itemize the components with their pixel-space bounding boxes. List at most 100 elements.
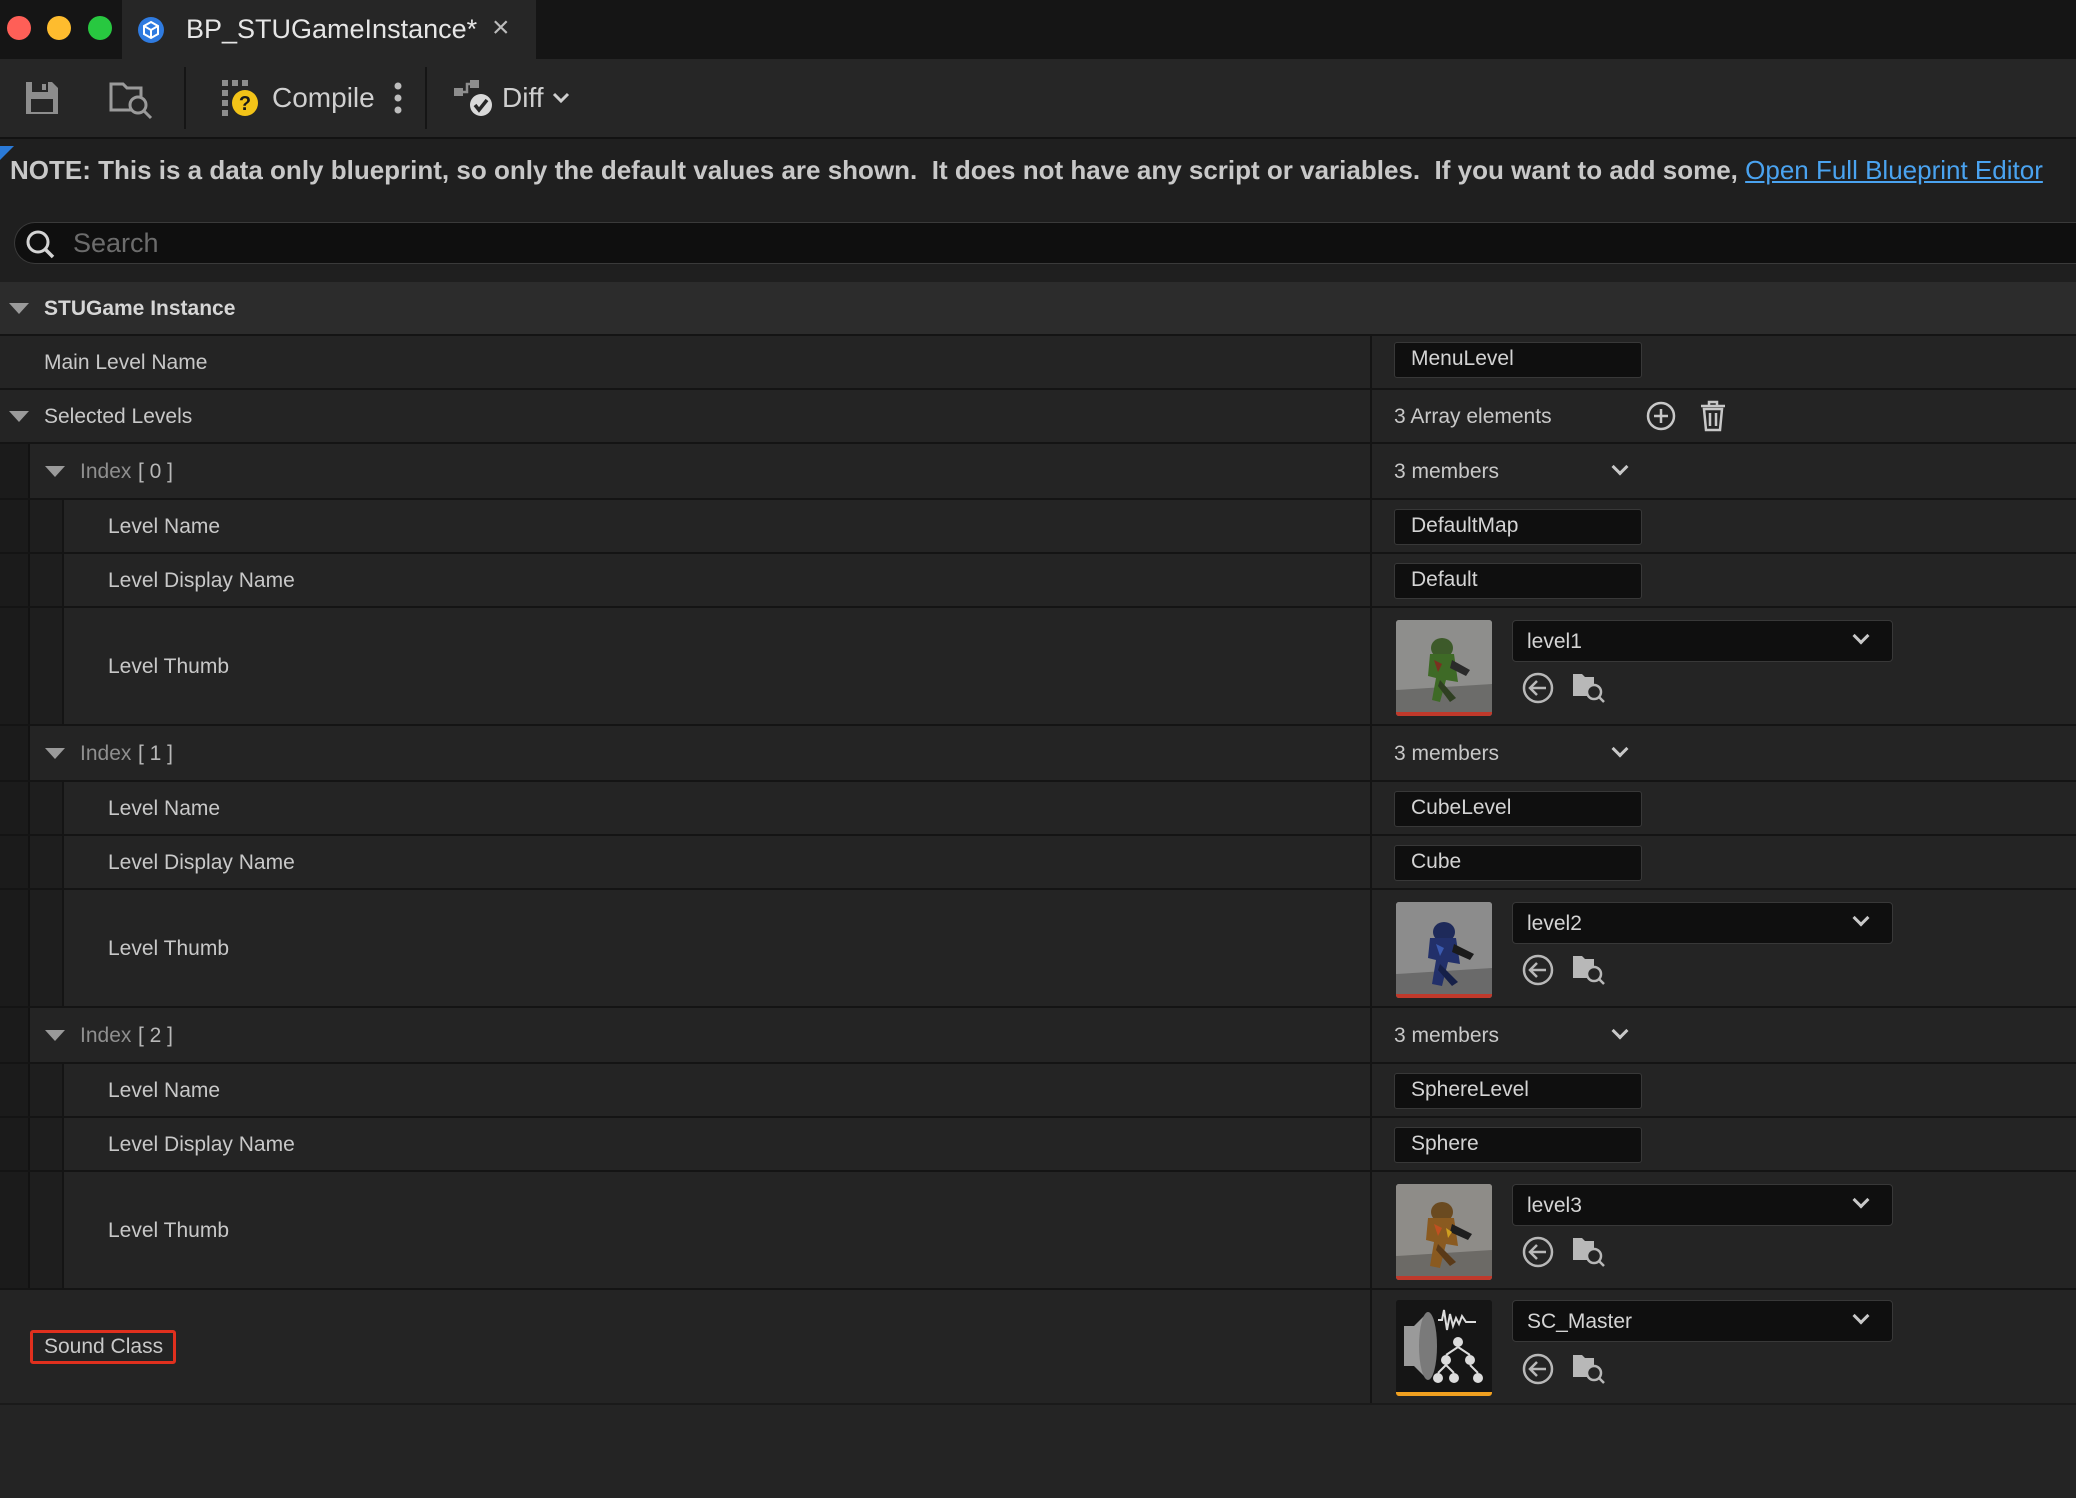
property-row-level-thumb: Level Thumb level1 (0, 608, 2076, 726)
asset-picker-combo[interactable]: level2 (1512, 902, 1893, 944)
asset-name: level2 (1527, 912, 1582, 935)
open-full-editor-link[interactable]: Open Full Blueprint Editor (1745, 155, 2043, 185)
array-index-row[interactable]: Index [ 2 ] 3 members (0, 1008, 2076, 1064)
sound-class-thumbnail[interactable] (1396, 1300, 1492, 1396)
property-row-level-thumb: Level Thumb level3 (0, 1172, 2076, 1290)
property-row-main-level-name: Main Level Name MenuLevel (0, 336, 2076, 390)
browse-asset-icon[interactable] (1570, 950, 1606, 986)
use-selected-icon[interactable] (1520, 1351, 1556, 1387)
diff-button[interactable]: Diff (452, 73, 572, 123)
sound-class-color-bar (1396, 1392, 1492, 1396)
add-element-icon[interactable] (1644, 399, 1678, 433)
property-row-selected-levels[interactable]: Selected Levels 3 Array elements (0, 390, 2076, 444)
collapse-triangle-icon[interactable] (45, 1030, 65, 1041)
asset-name: SC_Master (1527, 1310, 1633, 1333)
members-count: 3 members (1394, 742, 1500, 765)
texture-thumbnail[interactable] (1396, 620, 1492, 716)
asset-picker-combo[interactable]: SC_Master (1512, 1300, 1893, 1342)
property-label: Level Thumb (108, 655, 230, 678)
property-row-level-display-name: Level Display Name Sphere (0, 1118, 2076, 1172)
property-row-level-display-name: Level Display Name Default (0, 554, 2076, 608)
level-name-field[interactable]: CubeLevel (1394, 791, 1642, 827)
property-label: Level Display Name (108, 851, 295, 874)
property-label: Level Thumb (108, 1219, 230, 1242)
level-display-name-field[interactable]: Cube (1394, 845, 1642, 881)
sound-class-icon (1396, 1300, 1492, 1396)
array-index-row[interactable]: Index [ 0 ] 3 members (0, 444, 2076, 500)
collapse-triangle-icon[interactable] (9, 411, 29, 422)
chevron-down-icon (1852, 1307, 1870, 1325)
maximize-window-button[interactable] (88, 16, 112, 40)
texture-thumbnail[interactable] (1396, 1184, 1492, 1280)
chevron-down-icon (1852, 1191, 1870, 1209)
texture-color-bar (1396, 712, 1492, 716)
array-index-row[interactable]: Index [ 1 ] 3 members (0, 726, 2076, 782)
level-name-field[interactable]: DefaultMap (1394, 509, 1642, 545)
index-label: Index (80, 1024, 132, 1047)
use-selected-icon[interactable] (1520, 952, 1556, 988)
property-label: Level Name (108, 515, 221, 538)
collapse-triangle-icon[interactable] (45, 466, 65, 477)
level2-thumbnail-image (1396, 902, 1492, 998)
category-title: STUGame Instance (44, 297, 236, 320)
level3-thumbnail-image (1396, 1184, 1492, 1280)
editor-tab[interactable]: BP_STUGameInstance* × (122, 0, 536, 59)
browse-button[interactable] (108, 73, 154, 123)
note-text: NOTE: This is a data only blueprint, so … (10, 155, 1746, 185)
browse-asset-icon[interactable] (1570, 668, 1606, 704)
property-row-level-name: Level Name CubeLevel (0, 782, 2076, 836)
title-bar: BP_STUGameInstance* × (0, 0, 2076, 59)
use-selected-icon[interactable] (1520, 670, 1556, 706)
browse-asset-icon[interactable] (1570, 1232, 1606, 1268)
close-window-button[interactable] (7, 16, 31, 40)
search-box (14, 222, 2076, 264)
collapse-triangle-icon[interactable] (9, 303, 29, 314)
save-icon (26, 82, 58, 114)
asset-picker-combo[interactable]: level1 (1512, 620, 1893, 662)
asset-picker-combo[interactable]: level3 (1512, 1184, 1893, 1226)
diff-icon (454, 80, 492, 116)
property-row-sound-class: Sound Class SC_Master (0, 1290, 2076, 1405)
chevron-down-icon (552, 92, 569, 104)
property-label: Level Display Name (108, 1133, 295, 1156)
browse-asset-icon[interactable] (1570, 1349, 1606, 1385)
level-display-name-field[interactable]: Default (1394, 563, 1642, 599)
minimize-window-button[interactable] (47, 16, 71, 40)
index-label: Index (80, 742, 132, 765)
save-button[interactable] (22, 73, 62, 123)
category-header[interactable]: STUGame Instance (0, 282, 2076, 336)
asset-name: level3 (1527, 1194, 1582, 1217)
search-icon (26, 230, 55, 259)
compile-button[interactable]: ? Compile (218, 73, 375, 123)
property-label: Sound Class (44, 1335, 164, 1358)
main-level-name-field[interactable]: MenuLevel (1394, 342, 1642, 378)
search-input[interactable] (73, 227, 1973, 259)
level-display-name-field[interactable]: Sphere (1394, 1127, 1642, 1163)
compile-icon: ? (222, 80, 258, 116)
details-empty-area (0, 1405, 2076, 1498)
compile-options-button[interactable] (392, 73, 404, 123)
property-row-level-thumb: Level Thumb level2 (0, 890, 2076, 1008)
tab-title: BP_STUGameInstance* (186, 14, 478, 44)
diff-label: Diff (502, 82, 544, 113)
toolbar: ? Compile Diff (0, 59, 2076, 139)
close-tab-icon[interactable]: × (492, 11, 510, 45)
property-row-level-name: Level Name SphereLevel (0, 1064, 2076, 1118)
collapse-triangle-icon[interactable] (45, 748, 65, 759)
texture-color-bar (1396, 994, 1492, 998)
blueprint-icon (138, 17, 164, 43)
use-selected-icon[interactable] (1520, 1234, 1556, 1270)
data-only-note: NOTE: This is a data only blueprint, so … (10, 155, 2043, 186)
svg-text:?: ? (239, 93, 251, 115)
compile-label: Compile (272, 82, 375, 113)
delete-all-icon[interactable] (1697, 399, 1729, 433)
property-row-level-display-name: Level Display Name Cube (0, 836, 2076, 890)
level1-thumbnail-image (1396, 620, 1492, 716)
texture-thumbnail[interactable] (1396, 902, 1492, 998)
property-label: Main Level Name (44, 351, 208, 374)
more-options-icon (394, 82, 402, 114)
level-name-field[interactable]: SphereLevel (1394, 1073, 1642, 1109)
property-row-level-name: Level Name DefaultMap (0, 500, 2076, 554)
property-label: Selected Levels (44, 405, 193, 428)
chevron-down-icon (1852, 909, 1870, 927)
